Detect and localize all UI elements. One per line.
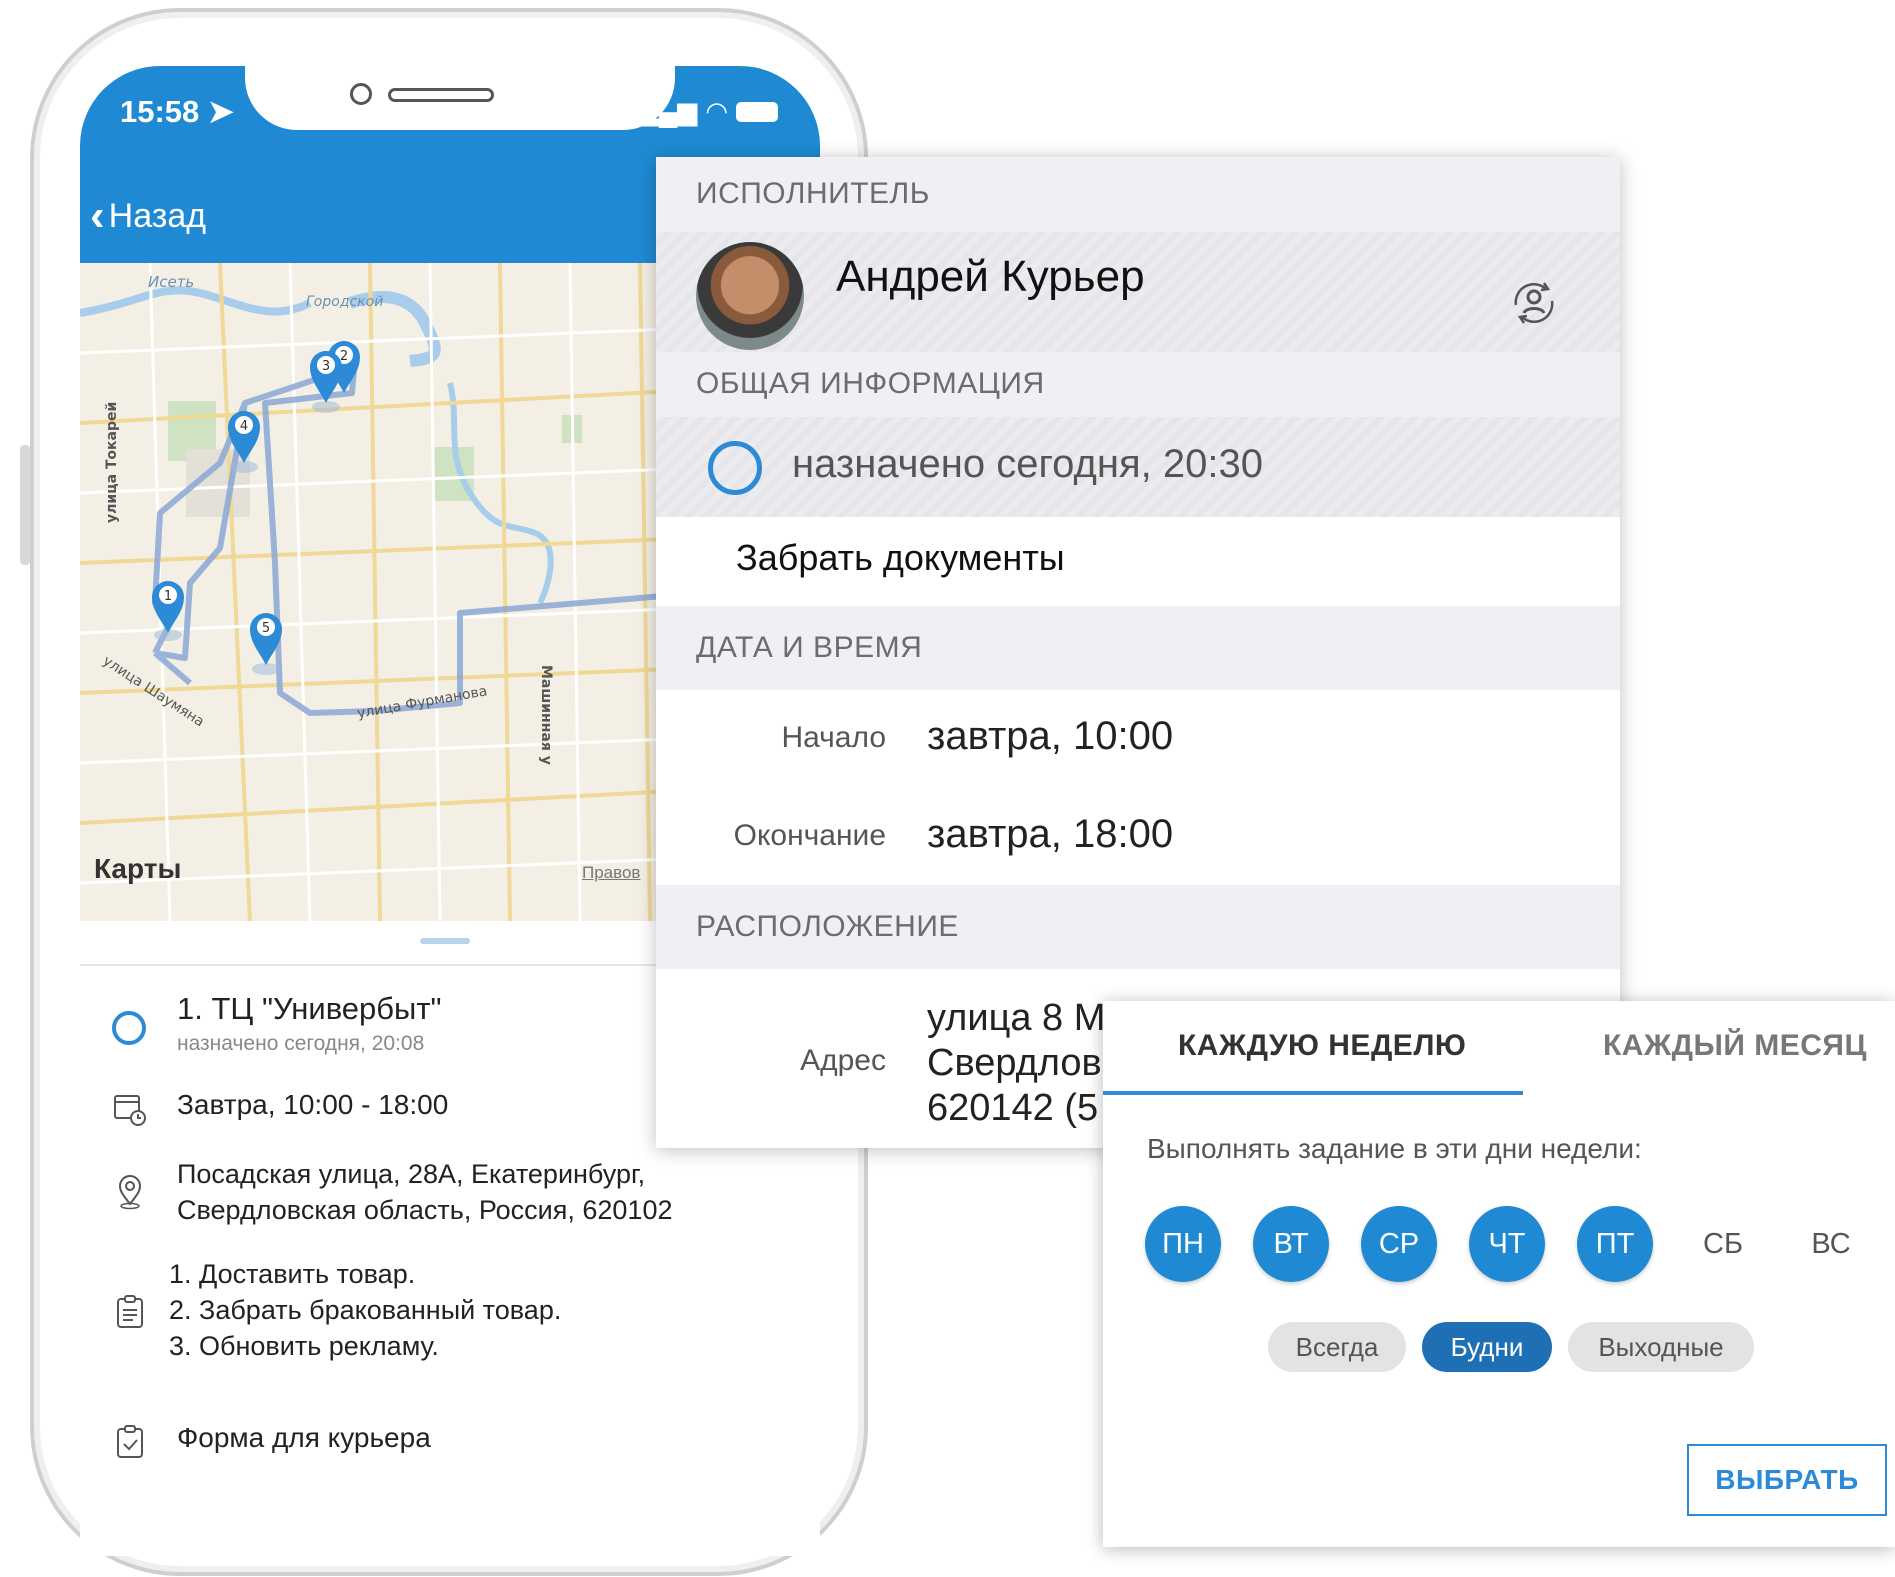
map-pin-5-label: 5 xyxy=(262,621,270,636)
map-pin-3-label: 3 xyxy=(322,359,330,374)
task-item-address-line1: Посадская улица, 28А, Екатеринбург, xyxy=(177,1159,646,1189)
address-line-1: улица 8 М xyxy=(927,997,1106,1039)
day-tue[interactable]: ВТ xyxy=(1253,1206,1329,1282)
map-label-mashinnaya: Машинная у xyxy=(538,665,554,765)
active-tab-indicator xyxy=(1103,1091,1523,1095)
choose-button[interactable]: ВЫБРАТЬ xyxy=(1687,1444,1887,1516)
start-value[interactable]: завтра, 10:00 xyxy=(927,714,1173,759)
camera-icon xyxy=(350,83,372,105)
day-sat[interactable]: СБ xyxy=(1685,1206,1761,1282)
task-note-3: 3. Обновить рекламу. xyxy=(169,1331,439,1361)
address-label: Адрес xyxy=(800,1044,886,1077)
signal-icon: ▂▄▆ xyxy=(638,96,698,126)
day-fri[interactable]: ПТ xyxy=(1577,1206,1653,1282)
phone-side-button xyxy=(20,445,30,565)
battery-icon xyxy=(736,101,778,122)
map-pin-4-label: 4 xyxy=(240,419,248,434)
task-title[interactable]: Забрать документы xyxy=(736,537,1065,579)
address-line-2: Свердлов xyxy=(927,1042,1102,1084)
executor-name: Андрей Курьер xyxy=(836,252,1145,301)
day-thu[interactable]: ЧТ xyxy=(1469,1206,1545,1282)
repeat-schedule-popup: КАЖДУЮ НЕДЕЛЮ КАЖДЫЙ МЕСЯЦ Выполнять зад… xyxy=(1103,1001,1895,1547)
clipboard-check-icon xyxy=(117,1425,143,1458)
avatar xyxy=(696,242,804,350)
location-pin-icon xyxy=(118,1175,142,1210)
map-label-iset: Исеть xyxy=(148,273,194,291)
task-note-1: 1. Доставить товар. xyxy=(169,1259,416,1289)
wifi-icon: ◠ xyxy=(705,96,728,126)
map-legal-link[interactable]: Правов xyxy=(582,863,640,883)
end-value[interactable]: завтра, 18:00 xyxy=(927,812,1173,857)
maps-brand: Карты xyxy=(94,853,182,884)
change-executor-icon[interactable] xyxy=(1506,275,1562,331)
task-note-2: 2. Забрать бракованный товар. xyxy=(169,1295,562,1325)
chevron-left-icon: ‹ xyxy=(90,191,105,240)
status-icons: ▂▄▆ ◠ xyxy=(639,96,778,127)
executor-section-header: ИСПОЛНИТЕЛЬ xyxy=(656,157,1620,232)
courier-form-link[interactable]: Форма для курьера xyxy=(177,1422,431,1454)
speaker-icon xyxy=(388,88,494,102)
location-arrow-icon: ➤ xyxy=(207,94,234,129)
day-mon[interactable]: ПН xyxy=(1145,1206,1221,1282)
day-wed[interactable]: СР xyxy=(1361,1206,1437,1282)
status-text: назначено сегодня, 20:30 xyxy=(792,442,1263,486)
tab-weekly[interactable]: КАЖДУЮ НЕДЕЛЮ xyxy=(1178,1029,1466,1063)
task-item-title[interactable]: 1. ТЦ "Универбыт" xyxy=(177,991,442,1027)
map-pin-3[interactable]: 3 xyxy=(310,351,342,413)
back-button[interactable]: ‹ Назад xyxy=(90,194,206,238)
task-item-address-line2: Свердловская область, Россия, 620102 xyxy=(177,1195,673,1225)
task-status-circle-icon[interactable] xyxy=(112,1011,146,1045)
task-item-assigned: назначено сегодня, 20:08 xyxy=(177,1032,425,1055)
map-label-tokarey: улица Токарей xyxy=(104,402,120,523)
clipboard-list-icon xyxy=(117,1295,143,1328)
preset-always[interactable]: Всегда xyxy=(1268,1322,1406,1372)
datetime-section-header: ДАТА И ВРЕМЯ xyxy=(656,606,1620,690)
sheet-drag-handle[interactable] xyxy=(420,938,470,944)
general-section-header: ОБЩАЯ ИНФОРМАЦИЯ xyxy=(656,352,1620,417)
day-sun[interactable]: ВС xyxy=(1793,1206,1869,1282)
map-pin-1[interactable]: 1 xyxy=(152,581,184,641)
preset-weekends[interactable]: Выходные xyxy=(1568,1322,1754,1372)
weekdays-hint: Выполнять задание в эти дни недели: xyxy=(1147,1133,1642,1164)
start-label: Начало xyxy=(781,721,886,754)
tab-monthly[interactable]: КАЖДЫЙ МЕСЯЦ xyxy=(1603,1029,1867,1063)
address-line-3: 620142 (5 xyxy=(927,1087,1099,1129)
status-circle-icon[interactable] xyxy=(708,441,762,495)
location-section-header: РАСПОЛОЖЕНИЕ xyxy=(656,885,1620,969)
preset-weekdays[interactable]: Будни xyxy=(1422,1322,1552,1372)
back-label: Назад xyxy=(108,196,207,235)
map-pin-1-label: 1 xyxy=(164,589,172,604)
map-label-gorodskoy: Городской xyxy=(306,294,383,310)
status-time: 15:58 ➤ xyxy=(120,94,234,129)
end-label: Окончание xyxy=(733,819,886,852)
calendar-clock-icon xyxy=(114,1095,146,1126)
map-pin-5[interactable]: 5 xyxy=(250,613,282,675)
map-pin-4[interactable]: 4 xyxy=(228,411,260,473)
task-detail-panel: ИСПОЛНИТЕЛЬ Андрей Курьер ОБЩАЯ ИНФОРМАЦ… xyxy=(656,157,1620,1148)
task-item-datetime: Завтра, 10:00 - 18:00 xyxy=(177,1089,449,1120)
